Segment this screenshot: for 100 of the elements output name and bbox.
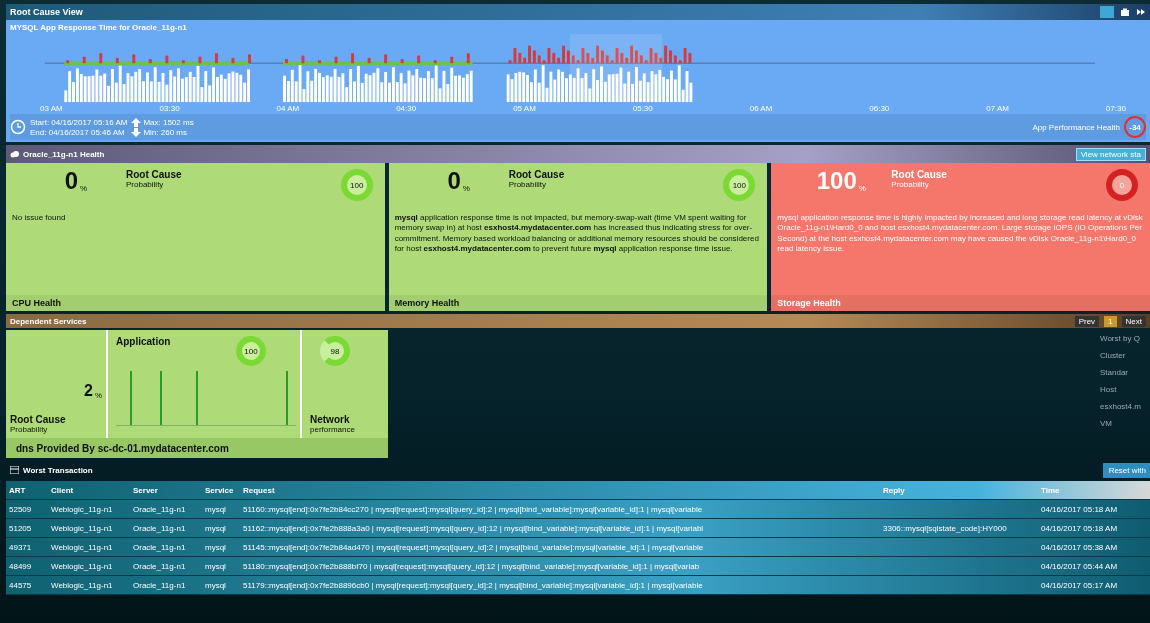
table-cell-text: 04/16/2017 05:18 AM: [1040, 504, 1119, 514]
table-cell-text: Weblogic_11g-n1: [50, 580, 114, 590]
probability-value: 0: [447, 169, 461, 193]
table-cell-text: 51160::mysql[end]:0x7fe2b84cc270 | mysql[request]:mysql[query_id]:2 | mysql[bind_variable]:mysql[variable_id]:1 | mysql[variable: [242, 504, 704, 514]
unit-label: %: [462, 184, 470, 193]
side-label: Standar: [1100, 368, 1130, 377]
max-value: Max: 1502 ms: [143, 117, 194, 127]
table-cell-text: Weblogic_11g-n1: [50, 561, 114, 571]
table-cell-text: 04/16/2017 05:38 AM: [1040, 542, 1119, 552]
section-title: Worst Transaction: [23, 465, 93, 475]
card-subheading: Probability: [508, 180, 548, 189]
table-cell-text: 04/16/2017 05:17 AM: [1040, 580, 1119, 590]
table-icon: [10, 466, 19, 474]
axis-label: 06:30: [869, 104, 890, 114]
end-time: End: 04/16/2017 05:46 AM: [30, 127, 126, 137]
column-header[interactable]: Service: [202, 485, 240, 495]
table-cell-text: Weblogic_11g-n1: [50, 504, 114, 514]
axis-label: 04 AM: [276, 104, 300, 114]
chart-title: MYSQL App Response Time for Oracle_11g-n1: [10, 23, 188, 32]
table-cell-text: 51145::mysql[end]:0x7fe2b84ad470 | mysql[request]:mysql[query_id]:2 | mysql[bind_variable]:mysql[variable_id]:1 | mysql[variable: [242, 542, 705, 552]
table-cell-text: Oracle_11g-n1: [132, 580, 187, 590]
table-cell-text: 44575: [8, 580, 33, 590]
axis-label: 07:30: [1105, 104, 1126, 114]
table-cell-text: mysql: [204, 542, 227, 552]
network-title: Network: [310, 414, 350, 425]
probability-value: 0: [64, 169, 79, 193]
table-cell-text: Weblogic_11g-n1: [50, 523, 114, 533]
section-title: Dependent Services: [10, 316, 87, 326]
column-header[interactable]: Client: [48, 485, 130, 495]
dns-provider-text: dns Provided By sc-dc-01.mydatacenter.com: [16, 442, 229, 454]
score-gauge: 100: [340, 169, 373, 201]
unit-label: %: [94, 391, 102, 400]
card-subheading: Probability: [126, 180, 165, 189]
clock-icon: [10, 119, 26, 135]
table-cell-text: 48499: [8, 561, 33, 571]
table-cell-text: mysql: [204, 504, 227, 514]
cloud-icon: [10, 150, 19, 158]
pager-button[interactable]: Next: [1121, 315, 1146, 327]
probability-value: 2: [83, 382, 93, 400]
card-name: CPU Health: [12, 298, 61, 308]
table-cell-text: mysql: [204, 523, 227, 533]
side-label: esxhost4.m: [1100, 402, 1142, 411]
side-label: Host: [1100, 385, 1118, 394]
up-arrow-icon: [131, 117, 142, 127]
card-description: mysql application response time is not impacted, but memory-swap-wait (time VM spent waiting for memory swap in) at host esxhost4.mydatacenter.com has increased thus indicating stress for over-commitment. Memory based workload balancing or additional memory resources should be considered for host esxhost4.mydatacenter.com to prevent future mysql application response time issue.: [393, 212, 760, 256]
unit-label: %: [80, 184, 88, 193]
score-gauge: 98: [320, 336, 350, 366]
axis-label: 06 AM: [749, 104, 773, 114]
application-title: Application: [116, 336, 171, 347]
window-title: Root Cause View: [10, 7, 83, 17]
score-gauge: 0: [1106, 169, 1138, 201]
table-cell-text: 51205: [8, 523, 33, 533]
probability-value: 100: [816, 169, 857, 193]
table-cell-text: 51179::mysql[end]:0x7fe2b8896cb0 | mysql[request]:mysql[query_id]:2 | mysql[bind_variable]:mysql[variable_id]:1 | mysql[variable: [242, 580, 704, 590]
card-description: No issue found: [11, 212, 67, 224]
side-label: Worst by Q: [1100, 334, 1141, 343]
table-cell-text: 52509: [8, 504, 33, 514]
min-value: Min: 260 ms: [143, 127, 187, 137]
table-cell-text: 04/16/2017 05:18 AM: [1040, 523, 1119, 533]
table-cell-text: Weblogic_11g-n1: [50, 542, 114, 552]
axis-label: 03 AM: [40, 104, 63, 114]
card-name: Storage Health: [777, 298, 841, 308]
axis-label: 07 AM: [986, 104, 1009, 114]
table-cell-text: 49371: [8, 542, 33, 552]
card-heading: Root Cause: [891, 169, 948, 180]
card-subheading: Probability: [10, 425, 49, 434]
side-label: Cluster: [1100, 351, 1127, 360]
fast-forward-icon[interactable]: [1136, 7, 1146, 17]
card-subheading: Probability: [891, 180, 930, 189]
card-heading: Root Cause: [10, 414, 67, 425]
pager-button[interactable]: Prev: [1074, 315, 1100, 327]
side-label: VM: [1100, 419, 1113, 428]
score-gauge: 100: [723, 169, 756, 201]
unit-label: %: [858, 184, 866, 193]
table-cell-text: Oracle_11g-n1: [132, 504, 187, 514]
card-description: mysql application response time is highly impacted by increased and long storage read latency at vDisk Oracle_11g-n1\Hard0_0 and host esxhost4.mydatacenter.com. Large storage IOPS (IO Operations Per Second) at the host esxhost4.mydatacenter.com may have caused the vDisk Oracle_11g-n1\Hard0_0 read latency issue.: [776, 212, 1144, 256]
column-header[interactable]: Server: [130, 485, 202, 495]
down-arrow-icon: [131, 127, 142, 137]
table-cell-text: mysql: [204, 580, 227, 590]
card-heading: Root Cause: [508, 169, 566, 180]
score-gauge: 100: [236, 336, 266, 366]
table-cell-text: mysql: [204, 561, 227, 571]
column-header[interactable]: ART: [6, 485, 48, 495]
axis-label: 03:30: [159, 104, 180, 114]
start-time: Start: 04/16/2017 05:16 AM: [30, 117, 128, 127]
table-cell-text: 51162::mysql[end]:0x7fe2b888a3a0 | mysql[request]:mysql[query_id]:12 | mysql[bind_variable]:mysql[variable_id]:1 | mysql[variabl: [242, 523, 705, 533]
table-cell-text: 51180::mysql[end]:0x7fe2b888bf70 | mysql[request]:mysql[query_id]:12 | mysql[bind_variable]:mysql[variable_id]:1 | mysql[variab: [242, 561, 701, 571]
section-title: Oracle_11g-n1 Health: [23, 149, 105, 159]
reset-button[interactable]: Reset with: [1102, 462, 1150, 478]
axis-label: 04:30: [396, 104, 417, 114]
card-name: Memory Health: [394, 298, 460, 308]
camera-icon[interactable]: [1120, 7, 1130, 17]
table-cell-text: Oracle_11g-n1: [132, 561, 187, 571]
table-cell-text: Oracle_11g-n1: [132, 523, 187, 533]
card-heading: Root Cause: [126, 169, 183, 180]
column-header[interactable]: Request: [240, 485, 880, 495]
table-cell-text: 3306::mysql[sqlstate_code]:HY000: [882, 523, 1008, 533]
axis-label: 05:30: [632, 104, 653, 114]
network-subtitle: performance: [310, 425, 355, 434]
table-cell-text: 04/16/2017 05:44 AM: [1040, 561, 1119, 571]
